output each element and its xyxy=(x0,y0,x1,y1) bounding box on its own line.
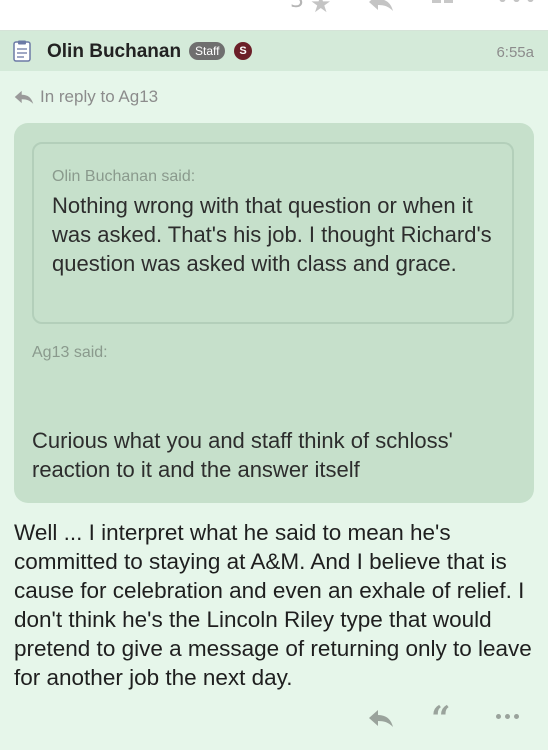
quote-attribution[interactable]: Ag13 said: xyxy=(32,344,108,362)
grid-icon[interactable] xyxy=(432,0,454,8)
in-reply-to-link[interactable]: In reply to Ag13 xyxy=(14,86,158,108)
team-badge: S xyxy=(234,42,252,60)
reaction-count: 3 xyxy=(290,0,304,13)
nested-quote-block: Olin Buchanan said: Nothing wrong with t… xyxy=(32,142,514,324)
previous-post-actions: 3 ★ ••• xyxy=(0,0,548,31)
post-actions: “ xyxy=(0,700,548,740)
post-time[interactable]: 6:55a xyxy=(496,44,534,61)
nested-quote-text: Nothing wrong with that question or when… xyxy=(52,193,492,276)
nested-quote-attribution[interactable]: Olin Buchanan said: xyxy=(52,168,195,186)
in-reply-to-text: In reply to Ag13 xyxy=(40,87,159,106)
quote-text: Curious what you and staff think of schl… xyxy=(32,428,453,482)
star-icon[interactable]: ★ xyxy=(310,0,332,18)
quote-block: Olin Buchanan said: Nothing wrong with t… xyxy=(14,123,534,503)
author-name[interactable]: Olin Buchanan xyxy=(47,41,181,63)
reply-icon[interactable] xyxy=(368,708,394,732)
document-icon xyxy=(13,40,31,62)
post-header: Olin Buchanan Staff S 6:55a xyxy=(0,31,548,71)
reply-icon xyxy=(14,90,34,104)
post-body: Well ... I interpret what he said to mea… xyxy=(14,520,532,690)
quote-icon[interactable]: “ xyxy=(431,702,451,736)
more-icon[interactable] xyxy=(496,714,519,719)
staff-badge: Staff xyxy=(189,42,226,60)
reply-icon[interactable] xyxy=(368,0,394,18)
more-icon[interactable]: ••• xyxy=(496,0,538,13)
